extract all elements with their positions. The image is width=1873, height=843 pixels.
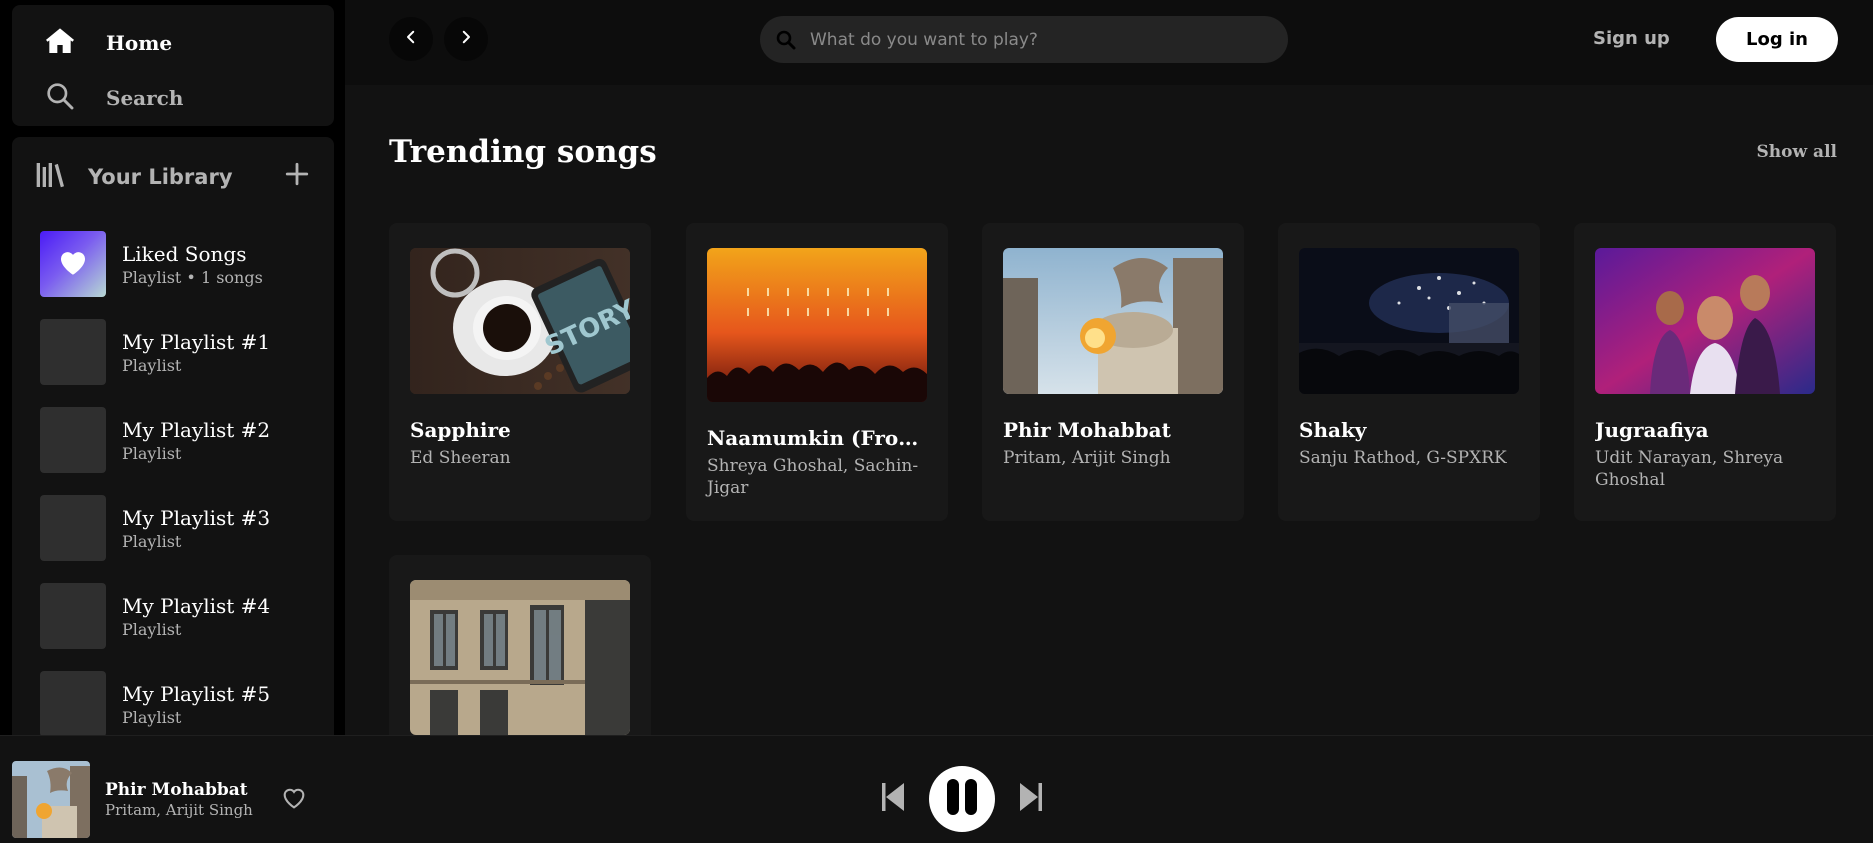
playlist-thumb xyxy=(40,319,106,385)
library-item-subtitle: Playlist xyxy=(122,707,182,727)
nav-search[interactable]: Search xyxy=(44,80,183,116)
library-item-subtitle: Playlist xyxy=(122,443,182,463)
library-item-playlist-2[interactable]: My Playlist #2 Playlist xyxy=(40,407,270,473)
chevron-right-icon xyxy=(457,28,475,50)
add-playlist-button[interactable] xyxy=(284,161,310,191)
search-icon xyxy=(44,80,76,116)
library-item-subtitle: Playlist xyxy=(122,531,182,551)
heart-icon xyxy=(280,788,308,816)
library-header[interactable]: Your Library xyxy=(34,159,233,195)
song-card[interactable]: Shaky Sanju Rathod, G-SPXRK xyxy=(1278,223,1540,521)
nav-home-label: Home xyxy=(106,31,173,55)
liked-songs-thumb xyxy=(40,231,106,297)
library-title: Your Library xyxy=(88,165,233,189)
playlist-thumb xyxy=(40,671,106,737)
heart-icon xyxy=(56,245,90,283)
next-button[interactable] xyxy=(1020,783,1042,815)
previous-button[interactable] xyxy=(882,783,904,815)
plus-icon xyxy=(284,162,310,191)
show-all-link[interactable]: Show all xyxy=(1757,142,1837,162)
song-card[interactable]: Phir Mohabbat Pritam, Arijit Singh xyxy=(982,223,1244,521)
library-item-playlist-4[interactable]: My Playlist #4 Playlist xyxy=(40,583,270,649)
now-playing-cover[interactable] xyxy=(12,761,90,838)
song-title: Phir Mohabbat xyxy=(1003,418,1171,442)
home-icon xyxy=(44,25,76,61)
song-cover xyxy=(1299,248,1519,394)
sidebar: Home Search Your Library Liked Songs Pla… xyxy=(0,0,345,737)
nav-home[interactable]: Home xyxy=(44,25,172,61)
library-item-subtitle: Playlist xyxy=(122,619,182,639)
now-playing-title: Phir Mohabbat xyxy=(105,780,248,800)
library-item-title: My Playlist #4 xyxy=(122,593,271,618)
song-card[interactable]: STORY Sapphire Ed Sheeran xyxy=(389,223,651,521)
signup-button[interactable]: Sign up xyxy=(1593,28,1670,49)
song-cover xyxy=(1003,248,1223,394)
song-artist: Ed Sheeran xyxy=(410,448,511,468)
search-icon xyxy=(774,28,798,52)
library-panel: Your Library Liked Songs Playlist • 1 so… xyxy=(12,137,334,737)
library-item-title: My Playlist #5 xyxy=(122,681,271,706)
song-cover: STORY xyxy=(410,248,630,394)
nav-search-label: Search xyxy=(106,86,184,110)
song-title: Naamumkin (From … xyxy=(707,426,927,450)
song-cover xyxy=(410,580,630,735)
pause-button[interactable] xyxy=(929,766,995,832)
playlist-thumb xyxy=(40,583,106,649)
song-artist: Udit Narayan, Shreya Ghoshal xyxy=(1595,448,1784,490)
library-item-playlist-3[interactable]: My Playlist #3 Playlist xyxy=(40,495,270,561)
library-item-playlist-1[interactable]: My Playlist #1 Playlist xyxy=(40,319,270,385)
song-title: Jugraafiya xyxy=(1595,418,1709,442)
library-item-title: My Playlist #3 xyxy=(122,505,271,530)
skip-next-icon xyxy=(1020,783,1042,815)
library-item-title: My Playlist #1 xyxy=(122,329,271,354)
playlist-thumb xyxy=(40,407,106,473)
top-bar: Sign up Log in xyxy=(345,0,1873,85)
playlist-thumb xyxy=(40,495,106,561)
library-item-title: Liked Songs xyxy=(122,241,247,266)
player-bar: Phir Mohabbat Pritam, Arijit Singh xyxy=(0,735,1873,843)
song-cover xyxy=(707,248,927,402)
song-card[interactable]: Naamumkin (From … Shreya Ghoshal, Sachin… xyxy=(686,223,948,521)
library-item-playlist-5[interactable]: My Playlist #5 Playlist xyxy=(40,671,270,737)
library-item-liked-songs[interactable]: Liked Songs Playlist • 1 songs xyxy=(40,231,263,297)
forward-button[interactable] xyxy=(444,17,488,61)
skip-previous-icon xyxy=(882,783,904,815)
song-artist: Shreya Ghoshal, Sachin-Jigar xyxy=(707,456,919,498)
login-button[interactable]: Log in xyxy=(1716,17,1838,62)
song-artist: Sanju Rathod, G-SPXRK xyxy=(1299,448,1507,468)
section-title: Trending songs xyxy=(389,134,657,170)
back-button[interactable] xyxy=(389,17,433,61)
library-icon xyxy=(34,159,66,195)
song-title: Sapphire xyxy=(410,418,511,442)
song-cover xyxy=(1595,248,1815,394)
library-item-subtitle: Playlist xyxy=(122,355,182,375)
library-item-subtitle: Playlist • 1 songs xyxy=(122,267,263,287)
chevron-left-icon xyxy=(402,28,420,50)
song-title: Shaky xyxy=(1299,418,1367,442)
search-input[interactable] xyxy=(810,29,1250,50)
like-button[interactable] xyxy=(280,784,308,816)
nav-panel: Home Search xyxy=(12,5,334,126)
library-item-title: My Playlist #2 xyxy=(122,417,271,442)
song-card[interactable] xyxy=(389,555,651,735)
main-content: Sign up Log in Trending songs Show all S… xyxy=(345,0,1873,735)
search-bar[interactable] xyxy=(760,16,1288,63)
song-artist: Pritam, Arijit Singh xyxy=(1003,448,1171,468)
pause-icon xyxy=(942,777,982,821)
song-card[interactable]: Jugraafiya Udit Narayan, Shreya Ghoshal xyxy=(1574,223,1836,521)
now-playing-artist: Pritam, Arijit Singh xyxy=(105,801,253,819)
